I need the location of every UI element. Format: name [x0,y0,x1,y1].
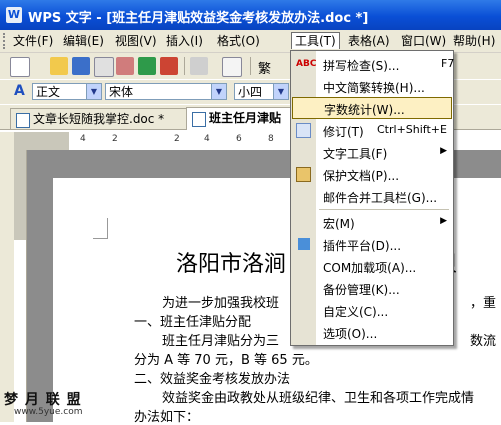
paragraph-text: 效益奖金由政教处从班级纪律、卫生和各项工作完成情 [162,391,475,406]
style-combo[interactable]: 正文 ▼ [32,83,102,100]
ruler-number: 4 [204,134,210,144]
window-title: WPS 文字 - [班主任月津贴效益奖金考核发放办法.doc *] [28,11,369,26]
menu-customize[interactable]: 自定义(C)... [291,299,453,321]
ruler-corner [0,132,15,422]
menu-file[interactable]: 文件(F) [10,33,56,49]
tab-label: 班主任月津贴 [209,111,282,125]
menu-backup[interactable]: 备份管理(K)... [291,277,453,299]
title-bar: W WPS 文字 - [班主任月津贴效益奖金考核发放办法.doc *] [0,0,501,30]
paragraph-text: 班主任月津贴分为三 [162,334,280,349]
styles-icon[interactable]: A [14,83,25,99]
paragraph-intro: 为进一步加强我校班 [162,292,279,311]
ruler-number: 4 [80,134,86,144]
size-combo[interactable]: 小四 ▼ [234,83,289,100]
permission-icon[interactable] [116,57,134,75]
font-value: 宋体 [109,85,134,99]
menu-com-addins[interactable]: COM加载项(A)... [291,255,453,277]
open-folder-icon[interactable] [50,57,68,75]
tab-document-1[interactable]: 文章长短随我掌控.doc * [10,108,204,129]
paragraph-text: 办法如下： [134,410,200,425]
menu-protect-document[interactable]: 保护文档(P)... [291,163,453,185]
menu-word-count[interactable]: 字数统计(W)... [292,97,452,119]
ruler-margin [14,132,69,150]
ruler-number: 8 [268,134,274,144]
menu-options[interactable]: 选项(O)... [291,321,453,343]
submenu-arrow-icon: ▶ [440,216,447,226]
export-icon[interactable] [138,57,156,75]
chevron-down-icon[interactable]: ▼ [211,84,226,99]
menu-separator [319,209,449,210]
toolbar-separator [184,57,185,75]
submenu-arrow-icon: ▶ [440,146,447,156]
paragraph-text: 为进一步加强我校班 [162,296,280,311]
watermark-url: www.5yue.com [14,407,83,417]
ruler-number: 6 [236,134,242,144]
menu-chinese-conversion[interactable]: 中文简繁转换(H)... [291,75,453,97]
chevron-down-icon[interactable]: ▼ [86,84,101,99]
new-document-icon[interactable] [10,57,30,77]
paragraph-trail: ，重 [470,296,497,311]
paragraph-section-2: 二、效益奖金考核发放办法 [134,372,291,387]
menu-track-changes[interactable]: 修订(T) Ctrl+Shift+E [291,119,453,141]
menu-help[interactable]: 帮助(H) [450,33,498,49]
menubar-grip[interactable] [3,33,8,49]
pdf-icon[interactable] [160,57,178,75]
chevron-down-icon[interactable]: ▼ [273,84,288,99]
menu-view[interactable]: 视图(V) [112,33,160,49]
style-value: 正文 [36,85,61,99]
traditional-chinese-button[interactable]: 繁 [258,58,271,77]
protect-icon [296,167,311,182]
vertical-ruler[interactable] [14,150,27,422]
margin-corner-mark [93,218,108,239]
tools-menu: ABC 拼写检查(S)... F7 中文简繁转换(H)... 字数统计(W)..… [290,50,454,346]
print-preview-icon[interactable] [94,57,114,77]
menu-table[interactable]: 表格(A) [345,33,393,49]
track-changes-icon [296,123,311,138]
menu-format[interactable]: 格式(O) [214,33,263,49]
paragraph-trail: 数流 [470,334,497,349]
menu-spellcheck[interactable]: ABC 拼写检查(S)... F7 [291,53,454,75]
menu-macro[interactable]: 宏(M) ▶ [291,211,453,233]
menu-plugin-platform[interactable]: 插件平台(D)... [291,233,453,255]
size-value: 小四 [238,85,263,99]
save-icon[interactable] [72,57,90,75]
wps-app-icon: W [6,7,22,23]
preview-icon[interactable] [222,57,242,77]
heading-text: 洛阳市洛涧 [176,252,287,277]
tab-label: 文章长短随我掌控.doc * [33,112,165,126]
ruler-number: 2 [112,134,118,144]
font-combo[interactable]: 宋体 ▼ [105,83,227,100]
watermark-logo: 梦 月 联 盟 [4,392,82,408]
document-icon [192,112,206,127]
menu-text-tools[interactable]: 文字工具(F) ▶ [291,141,453,163]
ruler-margin [14,150,26,240]
menu-edit[interactable]: 编辑(E) [60,33,107,49]
spellcheck-icon: ABC [296,59,317,69]
document-icon [16,113,30,128]
paragraph-text: 分为 A 等 70 元，B 等 65 元。 [134,353,318,368]
toolbar-separator [250,57,251,75]
ruler-number: 2 [174,134,180,144]
menu-window[interactable]: 窗口(W) [398,33,449,49]
menu-mail-merge[interactable]: 邮件合并工具栏(G)... [291,185,453,207]
print-icon[interactable] [190,57,208,75]
paragraph-section-1: 一、班主任津贴分配 [134,315,252,330]
menu-insert[interactable]: 插入(I) [163,33,206,49]
menu-tools[interactable]: 工具(T) [291,32,340,49]
plugin-icon [298,238,310,250]
